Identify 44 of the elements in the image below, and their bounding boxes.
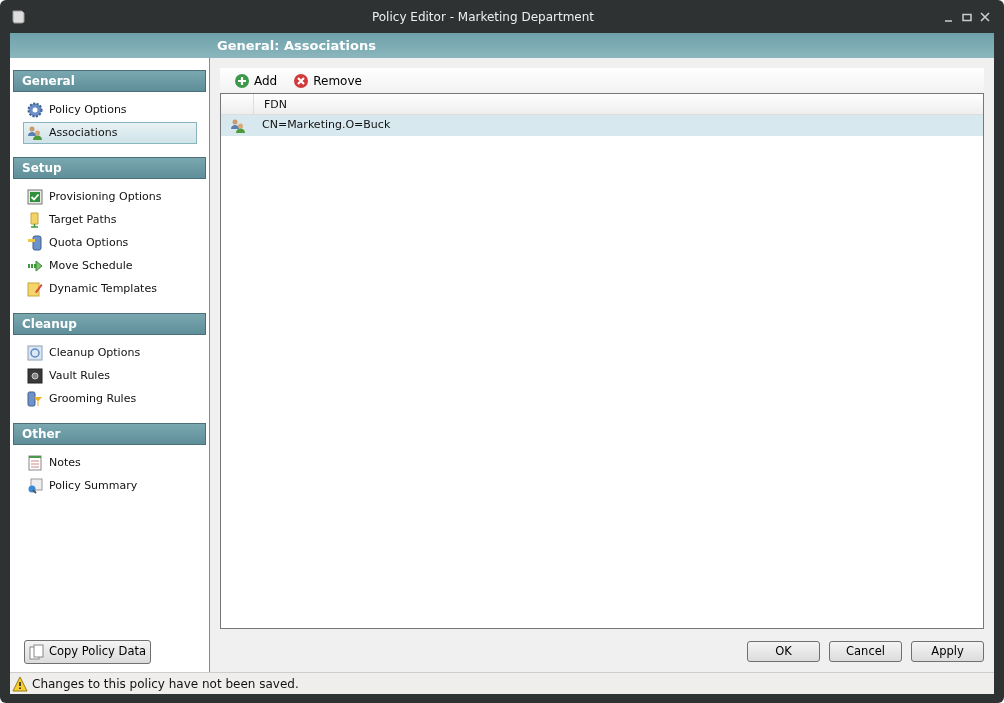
sidebar-item[interactable]: Policy Options — [23, 99, 197, 121]
maximize-icon[interactable] — [962, 11, 972, 22]
remove-button[interactable]: Remove — [293, 71, 362, 90]
sidebar-item[interactable]: Notes — [23, 452, 197, 474]
gear-icon — [27, 102, 43, 118]
sidebar-item[interactable]: Vault Rules — [23, 365, 197, 387]
dialog-button[interactable]: Apply — [911, 641, 984, 662]
page-heading: General: Associations — [217, 36, 376, 55]
section-header: Cleanup — [13, 313, 206, 335]
column-header: FDN — [263, 97, 289, 113]
sidebar-item[interactable]: Grooming Rules — [23, 388, 197, 410]
arrow-icon — [27, 258, 43, 274]
filter-icon — [27, 391, 43, 407]
sidebar-item[interactable]: Quota Options — [23, 232, 197, 254]
status-message: Changes to this policy have not been saved. — [32, 675, 299, 693]
table-row[interactable]: CN=Marketing.O=Buck — [221, 115, 983, 136]
sidebar-item[interactable]: Move Schedule — [23, 255, 197, 277]
sidebar-item[interactable]: Provisioning Options — [23, 186, 197, 208]
close-icon — [293, 72, 310, 89]
dialog-button[interactable]: OK — [747, 641, 820, 662]
document-edit-icon — [27, 281, 43, 297]
sidebar-item[interactable]: Policy Summary — [23, 475, 197, 497]
add-button[interactable]: Add — [234, 71, 278, 90]
section-header: Setup — [13, 157, 206, 179]
cylinder-icon — [27, 235, 43, 251]
window-title: Policy Editor - Marketing Department — [370, 8, 595, 26]
section-header: Other — [13, 423, 206, 445]
section-header: General — [13, 70, 206, 92]
table-cell-text: CN=Marketing.O=Buck — [261, 117, 391, 134]
sidebar-item[interactable]: Target Paths — [23, 209, 197, 231]
people-icon — [229, 117, 246, 134]
checkbox-icon — [27, 189, 43, 205]
sidebar-item[interactable]: Associations — [23, 122, 197, 144]
sidebar-item[interactable]: Cleanup Options — [23, 342, 197, 364]
warning-icon — [12, 675, 28, 692]
close-icon[interactable] — [980, 11, 990, 22]
safe-icon — [27, 368, 43, 384]
people-icon — [27, 125, 43, 141]
copy-icon — [29, 644, 45, 660]
sidebar-item[interactable]: Dynamic Templates — [23, 278, 197, 300]
copy-button[interactable]: Copy Policy Data — [24, 640, 152, 664]
plus-icon — [234, 72, 250, 89]
notes-icon — [27, 455, 43, 471]
dialog-button[interactable]: Cancel — [829, 641, 902, 662]
